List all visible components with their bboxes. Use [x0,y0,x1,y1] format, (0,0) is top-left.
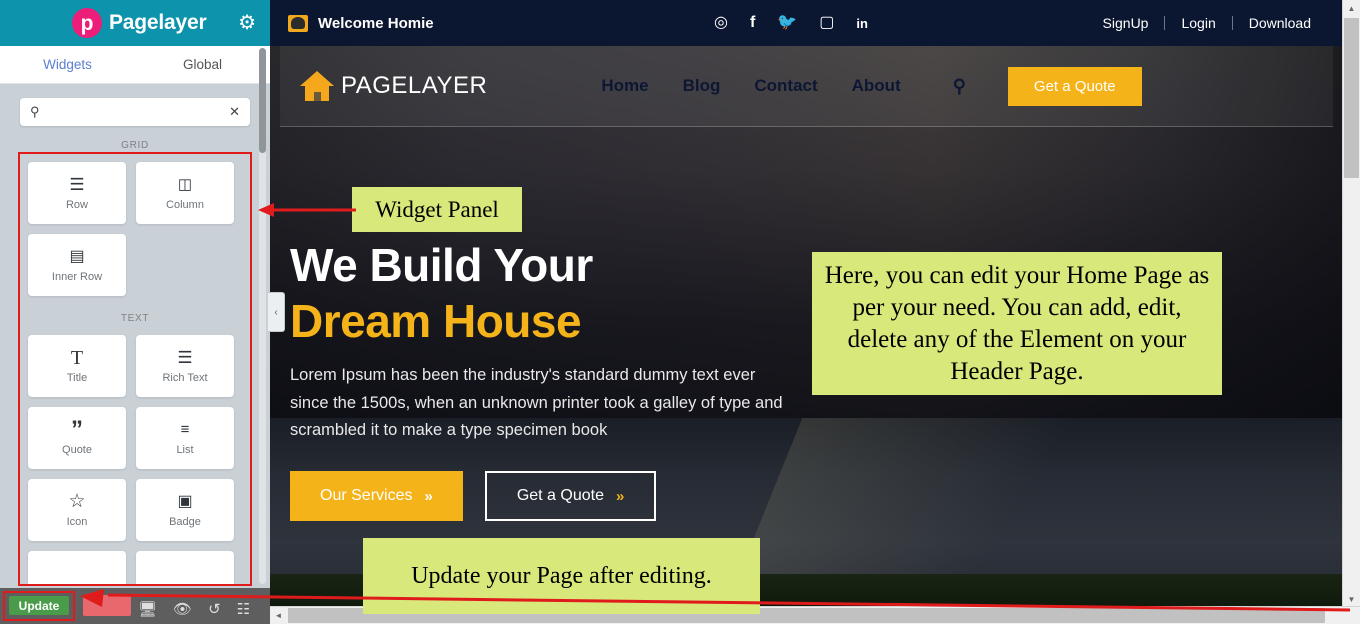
hero-paragraph: Lorem Ipsum has been the industry's stan… [290,366,783,439]
site-logo[interactable]: PAGELAYER [300,71,487,101]
site-header: PAGELAYER Home Blog Contact About ⚲ Get … [280,46,1333,127]
pagelayer-brand: p Pagelayer [72,8,207,38]
site-nav[interactable]: Home Blog Contact About [601,76,900,96]
pagelayer-sidebar: p Pagelayer ⚙ Widgets Global ⚲ ✕ GRID ☰ … [0,0,270,624]
nav-item-about[interactable]: About [852,76,901,96]
scroll-up-button[interactable]: ▲ [1343,0,1360,17]
hero-buttons: Our Services » Get a Quote » [290,471,657,521]
sidebar-tabs[interactable]: Widgets Global [0,46,270,84]
nav-item-blog[interactable]: Blog [683,76,721,96]
close-icon[interactable]: ✕ [229,104,240,120]
search-icon[interactable]: ⚲ [953,76,966,97]
search-box[interactable]: ⚲ ✕ [20,98,250,126]
sidebar-collapse-handle[interactable]: ‹ [268,292,285,332]
nav-item-contact[interactable]: Contact [754,76,817,96]
site-topbar: Welcome Homie ◎ f 🐦 ▢ in SignUp Login Do… [270,0,1343,46]
login-link[interactable]: Login [1165,15,1231,31]
pagelayer-logo-icon: p [72,8,102,38]
signup-link[interactable]: SignUp [1087,15,1165,31]
annotation-arrow-widget-panel [258,203,356,217]
group-title-grid: GRID [121,140,149,151]
chevron-right-icon: » [424,487,433,505]
home-icon [300,71,334,101]
tab-widgets[interactable]: Widgets [0,46,135,83]
envelope-icon [288,14,308,32]
annotation-arrow-update [80,589,1350,612]
facebook-icon[interactable]: f [750,15,755,31]
get-a-quote-button[interactable]: Get a Quote [1007,66,1142,106]
welcome-text: Welcome Homie [318,14,434,32]
topbar-account-links[interactable]: SignUp Login Download [1087,15,1327,31]
sidebar-header: p Pagelayer ⚙ [0,0,270,46]
social-links[interactable]: ◎ f 🐦 ▢ in [714,15,868,31]
hero-get-a-quote-button[interactable]: Get a Quote » [484,471,657,521]
instagram-icon[interactable]: ▢ [819,15,834,31]
search-icon: ⚲ [30,104,40,119]
widget-panel-highlight [18,152,252,586]
dribbble-icon[interactable]: ◎ [714,15,728,31]
hero-get-a-quote-label: Get a Quote [516,487,604,504]
topbar-welcome-group: Welcome Homie [288,14,434,32]
gear-icon[interactable]: ⚙ [238,13,256,33]
our-services-label: Our Services [320,487,413,504]
search-input[interactable] [39,104,230,120]
linkedin-icon[interactable]: in [856,17,868,30]
vertical-scrollbar[interactable]: ▲ ▼ [1342,0,1360,608]
vertical-scrollbar-thumb[interactable] [1344,18,1359,178]
pagelayer-brand-text: Pagelayer [109,11,207,34]
update-button-highlight [3,591,75,621]
sidebar-scrollbar-thumb[interactable] [259,48,266,153]
annotation-edit-home: Here, you can edit your Home Page as per… [812,252,1222,395]
tab-global[interactable]: Global [135,46,270,83]
sidebar-search-wrap: ⚲ ✕ [0,84,270,134]
hero-heading-line1: We Build Your [290,239,593,291]
hero-heading-line2: Dream House [290,294,582,347]
chevron-right-icon: » [615,487,625,505]
hero-copy: We Build Your Dream House Lorem Ipsum ha… [290,239,830,444]
logo-text: PAGELAYER [341,72,488,99]
our-services-button[interactable]: Our Services » [290,471,463,521]
twitter-icon[interactable]: 🐦 [777,15,797,31]
nav-item-home[interactable]: Home [601,76,648,96]
download-link[interactable]: Download [1233,15,1327,31]
annotation-widget-panel: Widget Panel [352,187,522,232]
